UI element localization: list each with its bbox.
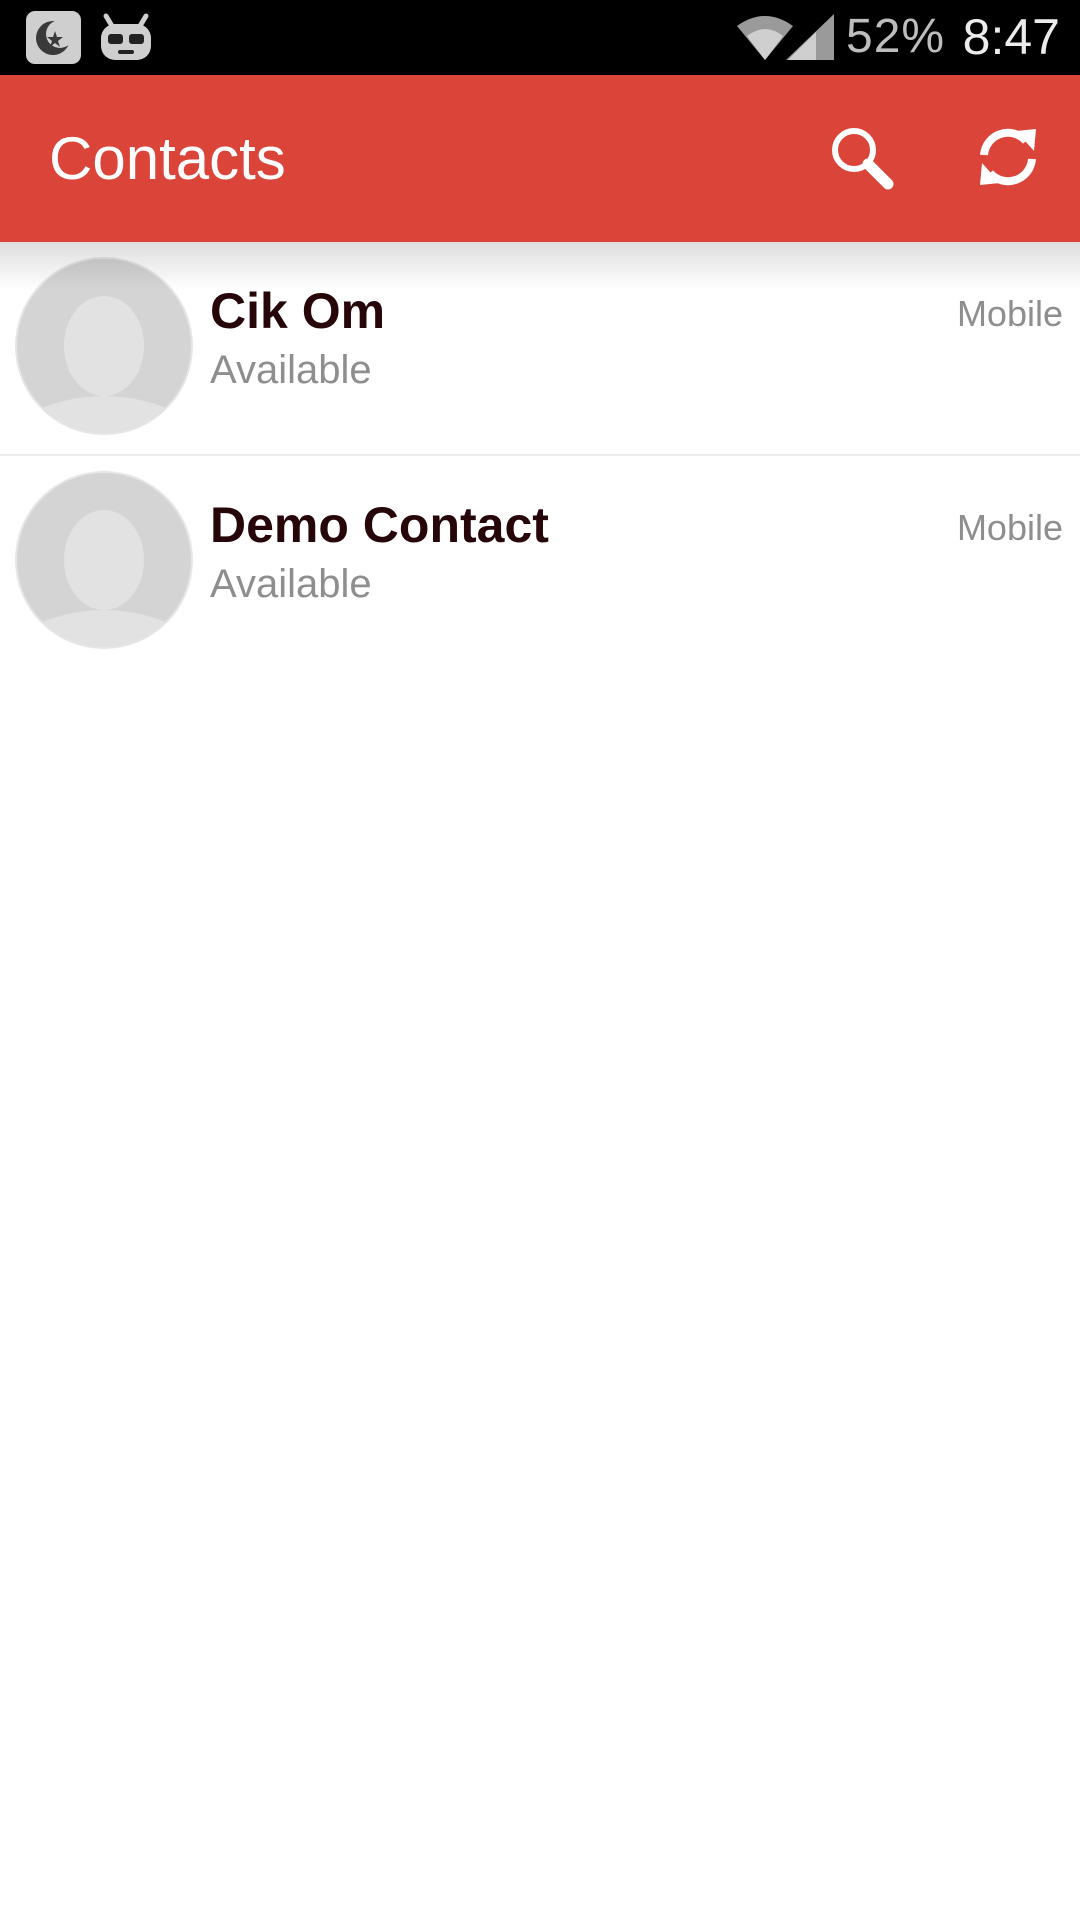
cell-signal-icon bbox=[786, 14, 834, 60]
contact-list: Cik Om Available Mobile Demo Contact Ava… bbox=[0, 242, 1080, 668]
refresh-icon bbox=[972, 121, 1044, 198]
contact-row[interactable]: Demo Contact Available Mobile bbox=[0, 454, 1080, 668]
search-icon bbox=[826, 122, 898, 199]
contact-row[interactable]: Cik Om Available Mobile bbox=[0, 242, 1080, 454]
app-bar: Contacts bbox=[0, 75, 1080, 242]
cid-mascot-icon bbox=[98, 12, 154, 62]
contact-phone-type: Mobile bbox=[956, 293, 1063, 334]
search-button[interactable] bbox=[812, 115, 912, 205]
cyanogen-moon-icon bbox=[26, 11, 81, 64]
contact-name: Cik Om bbox=[210, 283, 386, 339]
avatar-placeholder-icon bbox=[14, 256, 194, 436]
refresh-button[interactable] bbox=[958, 113, 1058, 205]
battery-percent: 52% bbox=[846, 10, 946, 63]
avatar-placeholder-icon bbox=[14, 470, 194, 650]
page-title: Contacts bbox=[49, 125, 286, 192]
contact-status: Available bbox=[210, 348, 372, 392]
status-bar: 52% 8:47 bbox=[0, 0, 1080, 75]
contact-status: Available bbox=[210, 562, 372, 606]
contact-name: Demo Contact bbox=[210, 497, 549, 553]
contact-phone-type: Mobile bbox=[956, 507, 1063, 548]
clock: 8:47 bbox=[962, 9, 1060, 65]
